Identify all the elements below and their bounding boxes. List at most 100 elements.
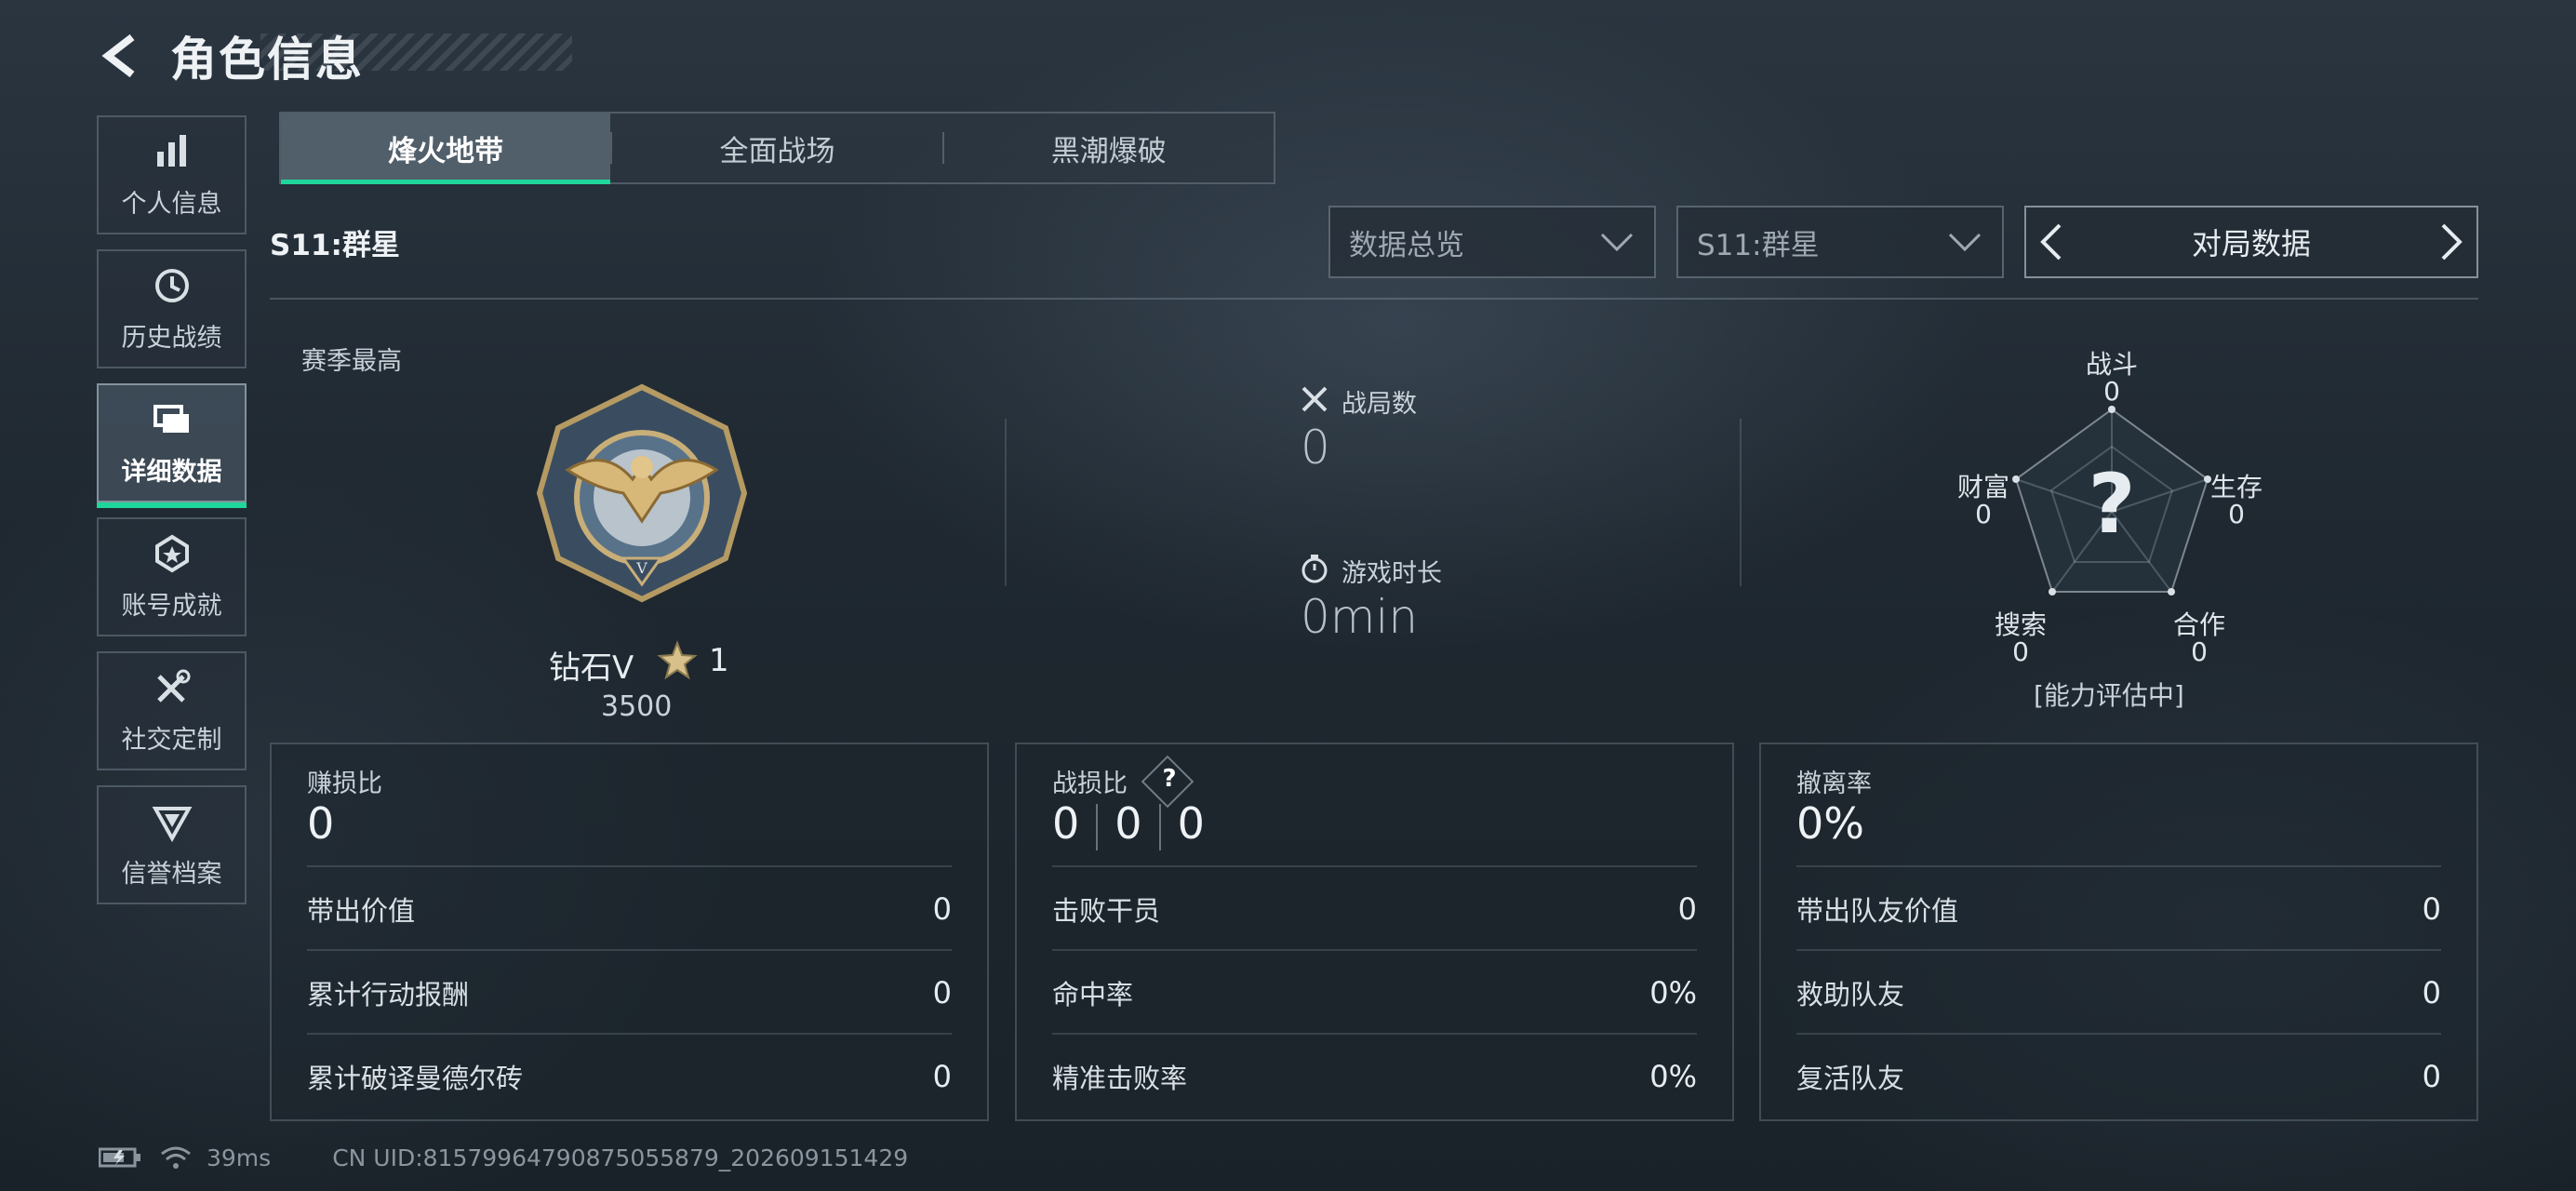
stat-row: 命中率 0%: [1052, 949, 1697, 1035]
stat-value: 0: [2422, 1059, 2441, 1094]
stat-label: 带出队友价值: [1796, 895, 1959, 927]
sidebar-item-label: 详细数据: [121, 458, 222, 487]
battery-charging-icon: [99, 1147, 140, 1168]
svg-text:V: V: [635, 559, 647, 577]
overview-dropdown[interactable]: 数据总览: [1328, 206, 1656, 278]
stat-label: 累计破译曼德尔砖: [307, 1063, 524, 1094]
tab-black-tide[interactable]: 黑潮爆破: [944, 114, 1274, 182]
stat-label: 救助队友: [1796, 979, 1905, 1010]
radar-wealth-value: 0: [1975, 499, 1992, 529]
kd-value: 0: [1114, 798, 1142, 849]
extraction-value: 0%: [1796, 798, 1864, 849]
matches-value: 0: [1301, 421, 1330, 475]
kd-value: 0: [1052, 798, 1080, 849]
stat-value: 0: [2422, 975, 2441, 1010]
page-title: 角色信息: [170, 33, 364, 87]
stat-label: 精准击败率: [1052, 1063, 1188, 1094]
chevron-left-icon[interactable]: [2037, 221, 2065, 262]
stat-label: 击败干员: [1052, 895, 1161, 927]
chevron-down-icon: [1600, 233, 1634, 252]
profit-value: 0: [307, 798, 335, 849]
star-icon: [657, 640, 698, 680]
rank-title: 赛季最高: [301, 347, 402, 376]
rank-badge-icon: V: [536, 383, 748, 603]
kd-separator: [1096, 803, 1099, 850]
extraction-card: 撤离率 0% 带出队友价值 0 救助队友 0 复活队友 0: [1759, 743, 2478, 1121]
matches-label: 战局数: [1341, 390, 1417, 419]
kd-values: 000: [1052, 798, 1205, 850]
kd-value: 0: [1177, 798, 1205, 849]
tab-full-battlefield[interactable]: 全面战场: [612, 114, 941, 182]
sidebar-item-social[interactable]: 社交定制: [97, 651, 247, 770]
stat-label: 复活队友: [1796, 1063, 1905, 1094]
history-clock-icon: [154, 269, 189, 302]
stat-value: 0: [932, 891, 952, 927]
stopwatch-icon: [1301, 555, 1328, 583]
chevron-right-icon[interactable]: [2437, 221, 2465, 262]
tab-hazard-zone[interactable]: 烽火地带: [281, 114, 611, 184]
radar-note: [能力评估中]: [2034, 680, 2184, 711]
wifi-icon: [161, 1146, 191, 1169]
sidebar-item-history[interactable]: 历史战绩: [97, 249, 247, 368]
sidebar-item-label: 社交定制: [121, 726, 222, 755]
chevron-down-icon: [1948, 233, 1982, 252]
sidebar-item-label: 个人信息: [121, 190, 222, 219]
rank-score: 3500: [601, 690, 673, 723]
uid-text: CN UID:8157996479087505587​9_20260915142…: [332, 1144, 909, 1171]
tools-icon: [156, 669, 190, 703]
radar-survival-value: 0: [2228, 499, 2245, 529]
sidebar-item-achievements[interactable]: 账号成就: [97, 517, 247, 636]
sidebar-item-label: 信誉档案: [121, 860, 222, 889]
sidebar-item-detailed-data[interactable]: 详细数据: [97, 383, 247, 508]
column-divider: [1005, 419, 1007, 586]
stat-row: 击败干员 0: [1052, 865, 1697, 951]
season-label: S11:群星: [270, 229, 400, 262]
stat-row: 带出队友价值 0: [1796, 865, 2441, 951]
pager-label: 对局数据: [2191, 226, 2311, 261]
sidebar-item-credit[interactable]: 信誉档案: [97, 785, 247, 904]
season-dropdown[interactable]: S11:群星: [1676, 206, 2004, 278]
sidebar-item-label: 历史战绩: [121, 324, 222, 353]
stat-row: 累计行动报酬 0: [307, 949, 952, 1035]
stat-row: 累计破译曼德尔砖 0: [307, 1033, 952, 1118]
stat-value: 0: [932, 975, 952, 1010]
section-divider: [270, 298, 2478, 300]
rank-name: 钻石V: [549, 649, 634, 687]
bar-chart-icon: [156, 135, 186, 167]
mode-tabs: 烽火地带 全面战场 黑潮爆破: [279, 112, 1275, 184]
stat-value: 0: [2422, 891, 2441, 927]
crossed-swords-icon: [1301, 386, 1328, 412]
radar-teamwork-value: 0: [2191, 636, 2208, 667]
rank-star-count: 1: [709, 642, 729, 679]
stat-value: 0%: [1649, 975, 1697, 1010]
shield-emblem-icon: [152, 807, 192, 842]
stat-value: 0%: [1649, 1059, 1697, 1094]
stat-label: 累计行动报酬: [307, 979, 470, 1010]
stat-row: 复活队友 0: [1796, 1033, 2441, 1118]
achievement-medal-icon: [154, 534, 189, 573]
radar-search-value: 0: [2012, 636, 2029, 667]
sidebar-item-personal-info[interactable]: 个人信息: [97, 115, 247, 234]
stat-value: 0: [932, 1059, 952, 1094]
season-dropdown-value: S11:群星: [1697, 228, 1820, 262]
back-arrow-icon[interactable]: [93, 28, 149, 84]
extraction-label: 撤离率: [1796, 769, 1872, 798]
radar-combat-value: 0: [2103, 376, 2120, 407]
radar-unknown-mark: ?: [2088, 456, 2136, 552]
stat-value: 0: [1677, 891, 1697, 927]
sidebar-item-label: 账号成就: [121, 592, 222, 621]
profit-label: 赚损比: [307, 769, 382, 798]
kd-label: 战损比: [1052, 769, 1128, 798]
overview-dropdown-value: 数据总览: [1349, 228, 1464, 262]
ping-value: 39ms: [207, 1144, 272, 1171]
stat-row: 救助队友 0: [1796, 949, 2441, 1035]
help-icon[interactable]: ?: [1149, 765, 1190, 802]
kd-separator: [1158, 803, 1161, 850]
folders-icon: [153, 405, 189, 433]
stat-row: 带出价值 0: [307, 865, 952, 951]
kd-card: 战损比 ? 000 击败干员 0 命中率 0% 精准击败率 0%: [1015, 743, 1734, 1121]
data-type-pager: 对局数据: [2024, 206, 2478, 278]
stat-label: 命中率: [1052, 979, 1134, 1010]
status-bar: 39ms CN UID:8157996479087505587​9_202609…: [99, 1139, 908, 1176]
column-divider: [1740, 419, 1742, 586]
